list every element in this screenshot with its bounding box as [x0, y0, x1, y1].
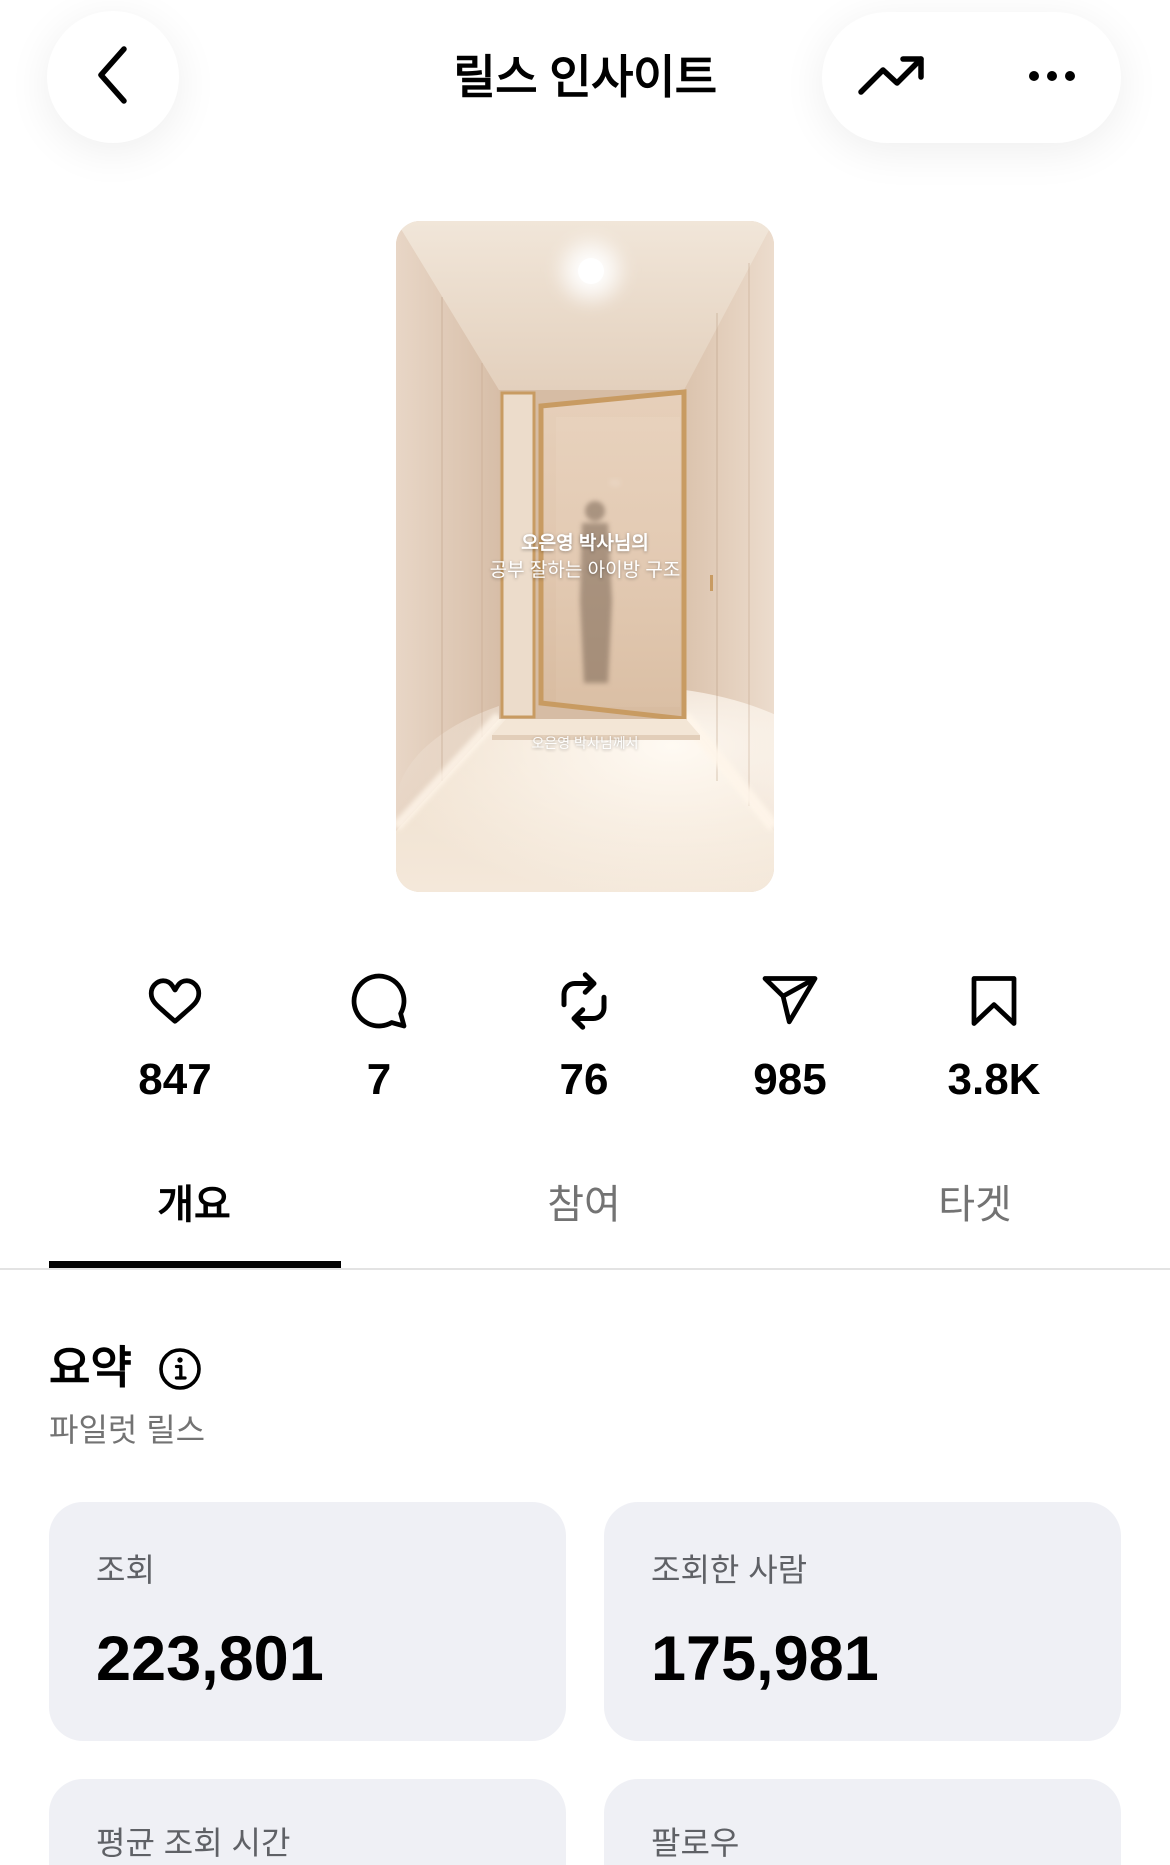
info-icon	[158, 1348, 202, 1395]
info-button[interactable]	[158, 1347, 202, 1391]
back-button[interactable]	[47, 11, 179, 143]
stat-shares: 985	[700, 965, 880, 1104]
section-title: 요약	[49, 1342, 132, 1393]
stat-value: 985	[753, 1055, 827, 1104]
trending-up-icon	[857, 52, 927, 103]
stat-reposts: 76	[494, 965, 674, 1104]
metric-label: 조회한 사람	[651, 1552, 808, 1588]
stat-value: 7	[366, 1055, 392, 1104]
comment-icon	[349, 971, 409, 1031]
reel-cover-image	[396, 221, 774, 892]
bookmark-icon	[964, 971, 1024, 1031]
metric-card-views: 조회 223,801	[49, 1502, 566, 1741]
reel-caption-footer: 오은영 박사님께서	[531, 735, 639, 751]
stat-saves: 3.8K	[904, 965, 1084, 1104]
tab-audience[interactable]: 타겟	[829, 1165, 1121, 1237]
reel-thumbnail[interactable]: 오은영 박사님의 공부 잘하는 아이방 구조 오은영 박사님께서	[396, 221, 774, 892]
trend-button[interactable]	[840, 32, 944, 123]
tab-engagement[interactable]: 참여	[438, 1165, 730, 1237]
metric-card-accounts-reached: 조회한 사람 175,981	[604, 1502, 1121, 1741]
stat-value: 76	[559, 1055, 609, 1104]
metric-label: 팔로우	[651, 1825, 740, 1861]
metric-label: 조회	[96, 1552, 155, 1588]
reel-caption-subtitle: 공부 잘하는 아이방 구조	[489, 560, 681, 581]
tab-overview[interactable]: 개요	[48, 1165, 340, 1237]
heart-icon	[145, 971, 205, 1031]
tab-divider	[0, 1268, 1170, 1270]
stat-comments: 7	[289, 965, 469, 1104]
section-subtitle: 파일럿 릴스	[49, 1412, 206, 1448]
metric-card-follows: 팔로우	[604, 1779, 1121, 1865]
chevron-left-icon	[93, 43, 133, 112]
more-options-button[interactable]	[1002, 32, 1102, 123]
share-icon	[760, 971, 820, 1031]
metric-card-avg-watch-time: 평균 조회 시간	[49, 1779, 566, 1865]
stat-likes: 847	[85, 965, 265, 1104]
metric-value: 175,981	[651, 1624, 879, 1694]
stat-value: 847	[138, 1055, 212, 1104]
header-actions	[822, 12, 1121, 143]
metric-label: 평균 조회 시간	[96, 1825, 291, 1861]
active-tab-indicator	[49, 1261, 341, 1268]
stat-value: 3.8K	[947, 1055, 1041, 1104]
repost-icon	[554, 971, 614, 1031]
metric-value: 223,801	[96, 1624, 324, 1694]
more-horizontal-icon	[1029, 69, 1075, 87]
reel-caption-title: 오은영 박사님의	[521, 533, 649, 554]
